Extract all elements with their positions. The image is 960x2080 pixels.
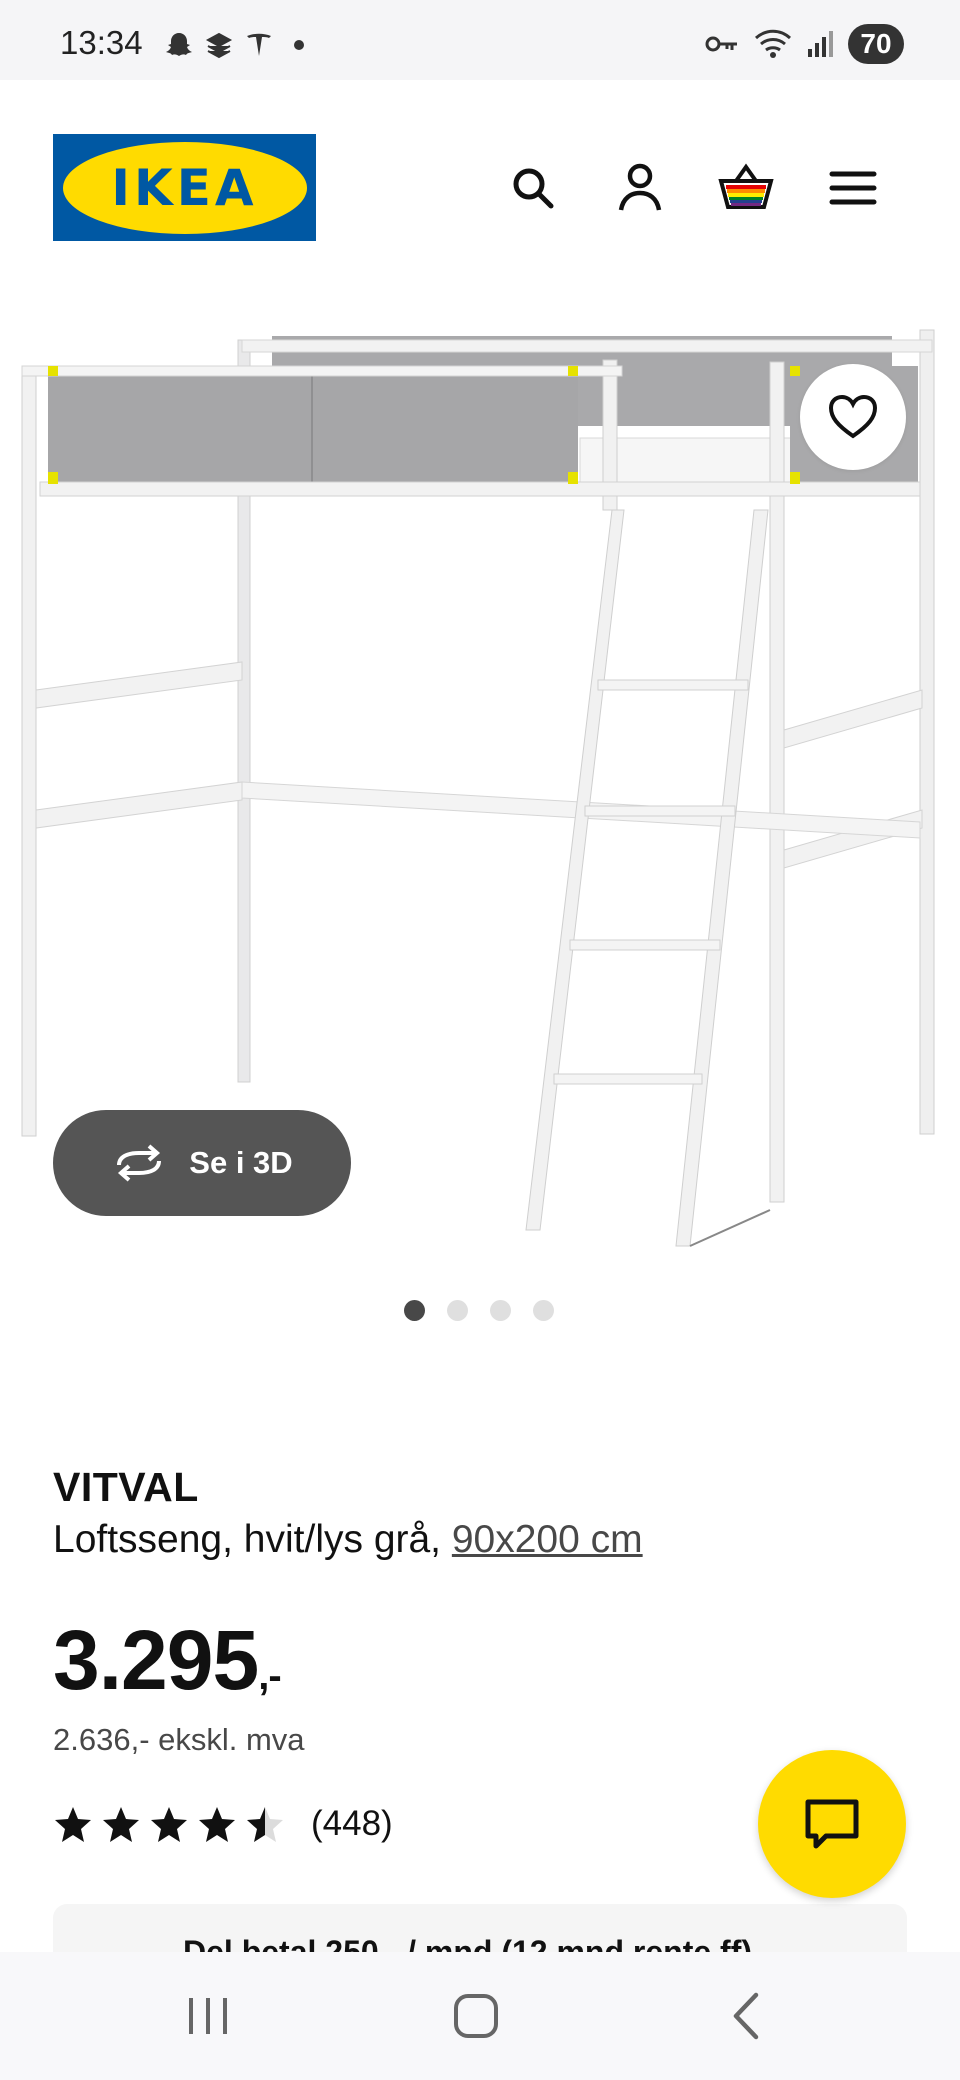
price-excl-vat: 2.636,- ekskl. mva bbox=[53, 1722, 305, 1757]
logo-ellipse: IKEA bbox=[62, 141, 307, 234]
status-bar: 13:34 70 bbox=[0, 0, 960, 80]
favorite-button[interactable] bbox=[800, 364, 906, 470]
product-name: VITVAL bbox=[53, 1464, 199, 1510]
star-icon bbox=[55, 1807, 91, 1842]
product-price: 3.295,- bbox=[53, 1612, 282, 1709]
star-icon bbox=[199, 1807, 235, 1842]
gallery-pagination bbox=[404, 1300, 554, 1321]
gallery-dot[interactable] bbox=[447, 1300, 468, 1321]
menu-icon[interactable] bbox=[823, 158, 883, 218]
size-link[interactable]: 90x200 cm bbox=[452, 1518, 643, 1561]
shopping-basket-icon[interactable] bbox=[716, 158, 776, 218]
status-notification-icons bbox=[164, 30, 314, 60]
vpn-key-icon bbox=[705, 36, 737, 52]
ikea-logo[interactable]: IKEA bbox=[53, 134, 316, 241]
battery-indicator: 70 bbox=[848, 24, 904, 64]
chat-button[interactable] bbox=[758, 1750, 906, 1898]
star-half-icon bbox=[247, 1807, 283, 1842]
gallery-dot[interactable] bbox=[533, 1300, 554, 1321]
back-icon[interactable] bbox=[706, 1984, 786, 2048]
gallery-dot[interactable] bbox=[490, 1300, 511, 1321]
product-description-text: Loftsseng, hvit/lys grå, bbox=[53, 1518, 452, 1561]
chat-icon bbox=[805, 1799, 859, 1849]
account-icon[interactable] bbox=[610, 158, 670, 218]
dot-icon bbox=[294, 40, 304, 50]
gallery-dot[interactable] bbox=[404, 1300, 425, 1321]
snapchat-icon bbox=[166, 33, 192, 56]
home-icon[interactable] bbox=[436, 1984, 516, 2048]
status-time: 13:34 bbox=[60, 24, 143, 61]
layers-icon bbox=[205, 32, 233, 59]
rotate-3d-icon bbox=[117, 1144, 162, 1182]
payment-info-strip[interactable]: Del betal 250,- / mnd (12 mnd rente ff) bbox=[53, 1904, 907, 1952]
view-in-3d-button[interactable]: Se i 3D bbox=[53, 1110, 351, 1216]
search-icon[interactable] bbox=[503, 158, 563, 218]
payment-info-text: Del betal 250,- / mnd (12 mnd rente ff) bbox=[183, 1934, 752, 1952]
heart-icon bbox=[828, 394, 878, 439]
price-suffix: ,- bbox=[258, 1654, 281, 1698]
price-value: 3.295 bbox=[53, 1613, 259, 1707]
product-description: Loftsseng, hvit/lys grå, 90x200 cm bbox=[53, 1518, 643, 1562]
star-icon bbox=[151, 1807, 187, 1842]
signal-icon bbox=[808, 31, 833, 57]
status-system-icons: 70 bbox=[704, 24, 904, 64]
star-icon bbox=[103, 1807, 139, 1842]
system-navigation-bar bbox=[0, 1952, 960, 2080]
product-rating[interactable]: (448) bbox=[53, 1804, 393, 1844]
logo-text: IKEA bbox=[111, 158, 258, 217]
rating-count: (448) bbox=[311, 1804, 393, 1843]
recent-apps-icon[interactable] bbox=[168, 1984, 248, 2048]
view-in-3d-label: Se i 3D bbox=[189, 1145, 293, 1180]
wifi-icon bbox=[754, 29, 792, 58]
tesla-icon bbox=[247, 33, 271, 56]
